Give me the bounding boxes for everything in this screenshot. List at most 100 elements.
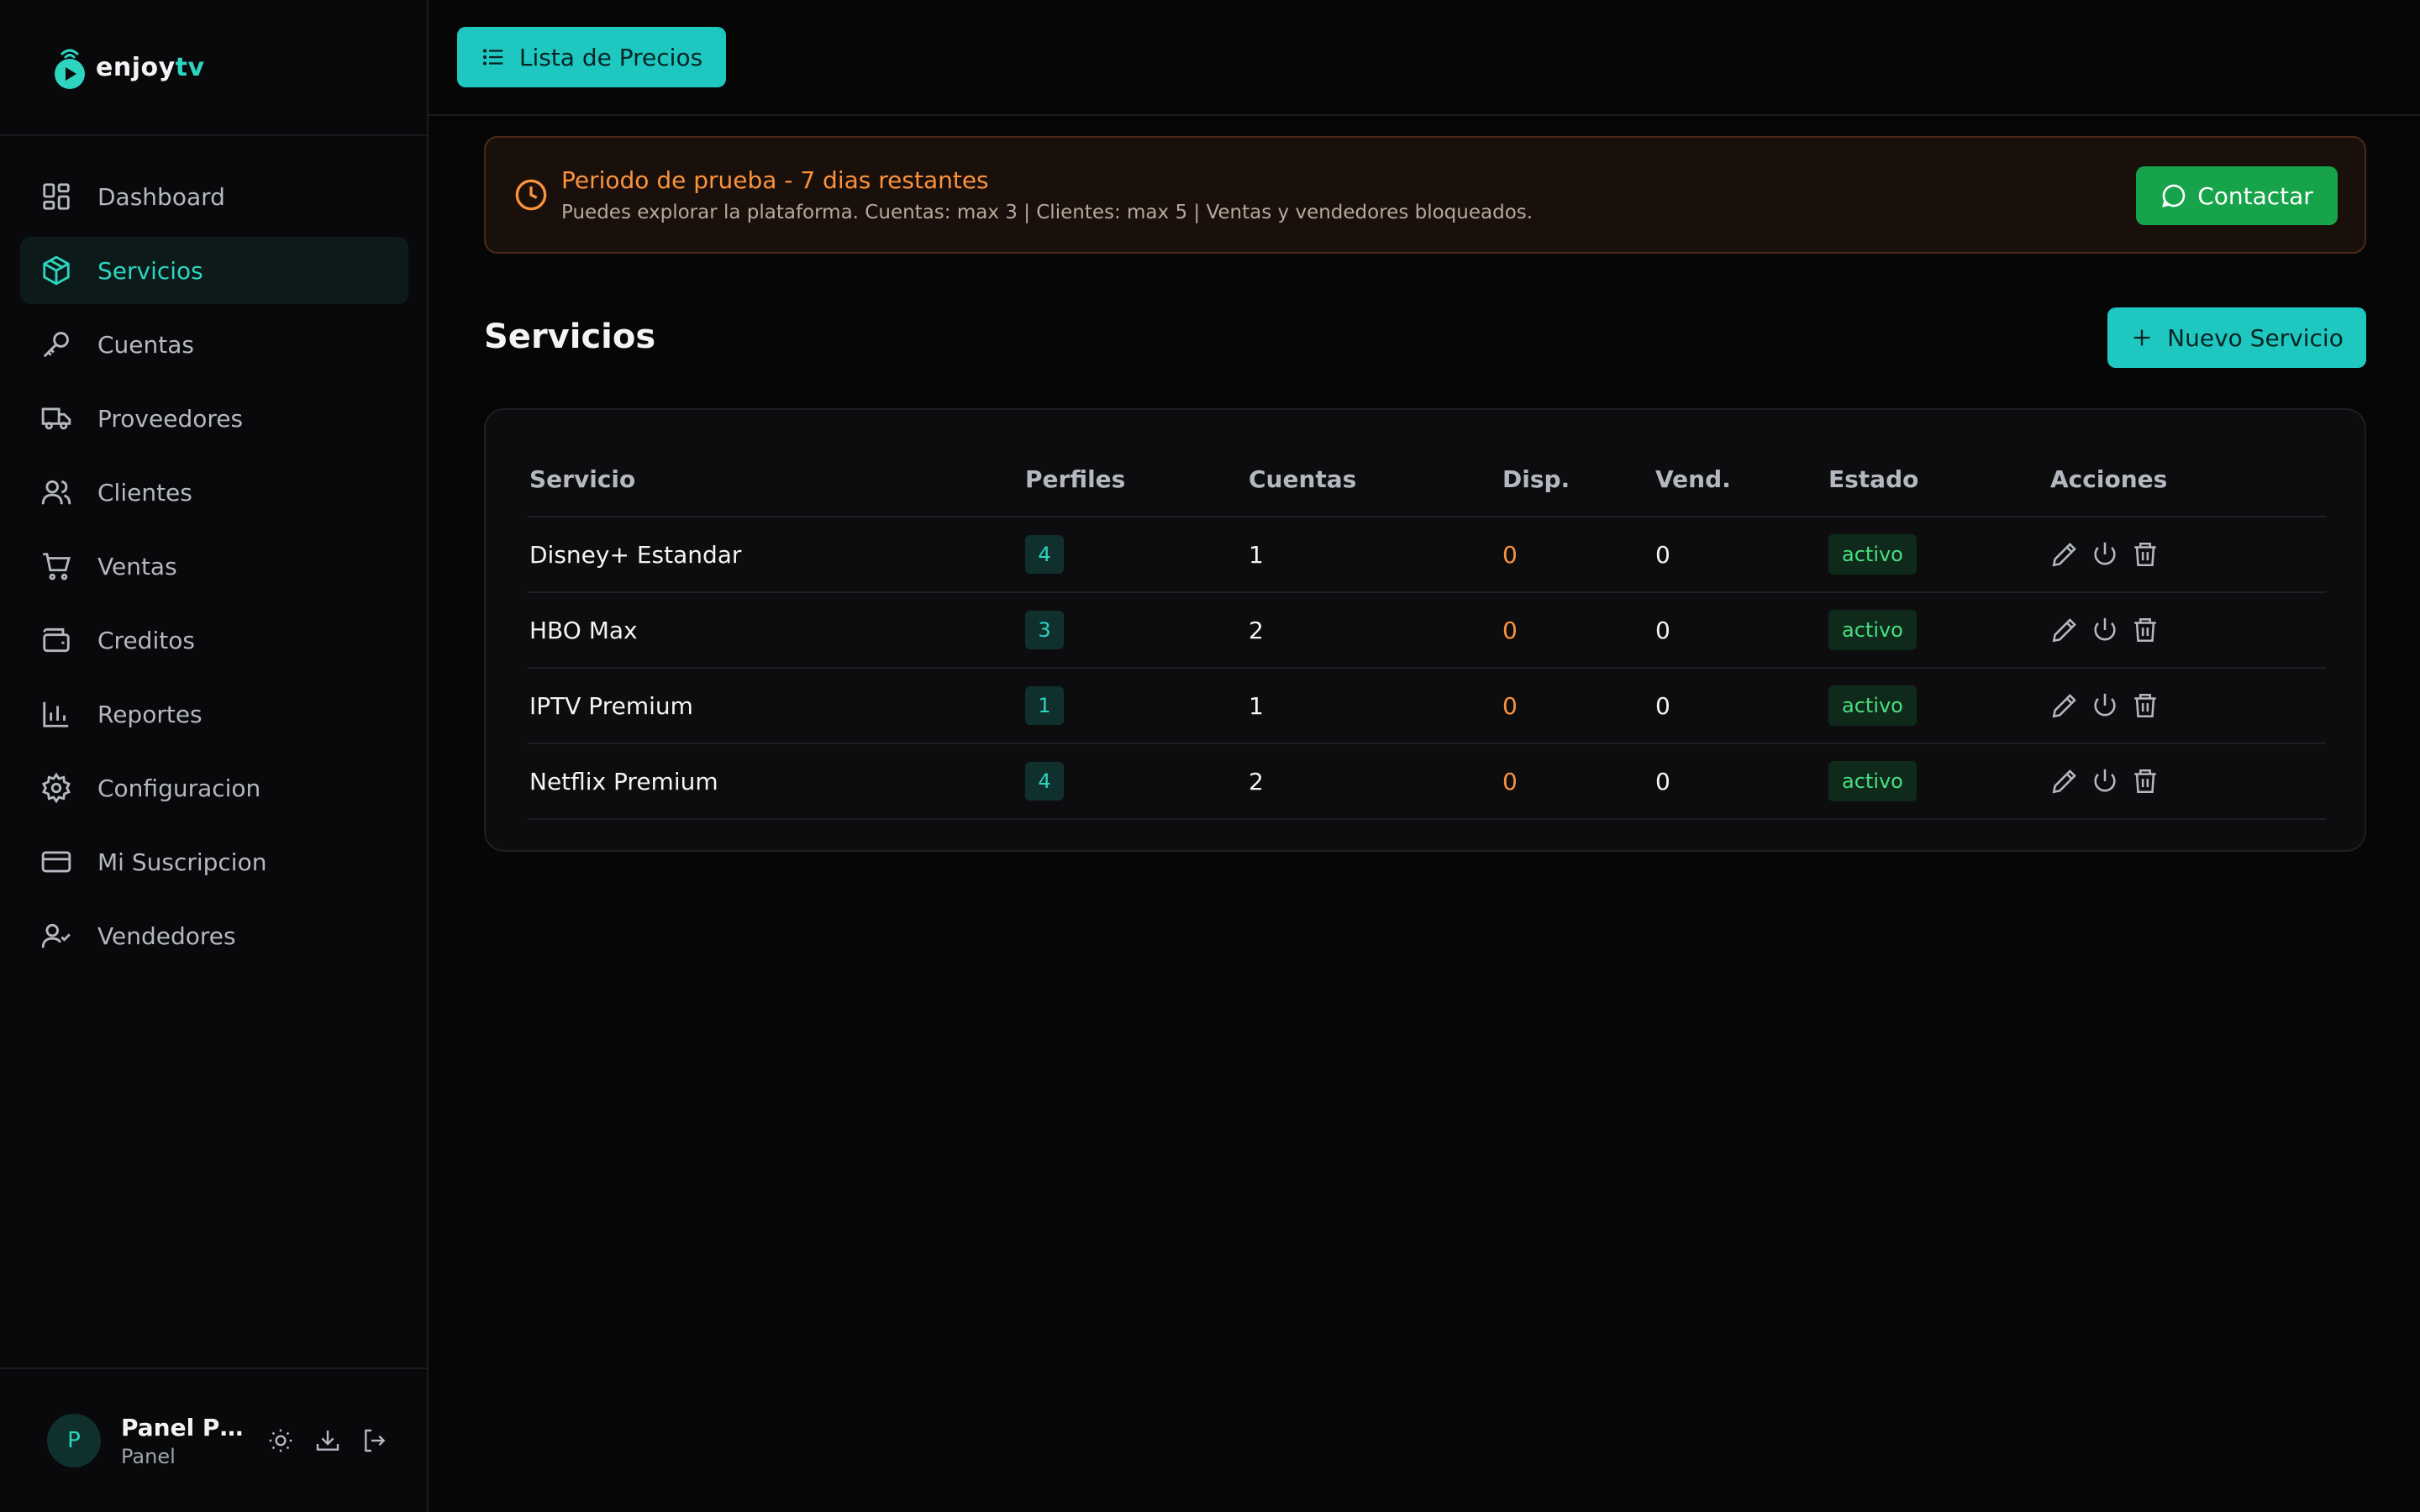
profiles-badge: 3	[1025, 611, 1064, 649]
sidebar-item-cuentas[interactable]: Cuentas	[20, 311, 408, 378]
user-check-icon	[41, 923, 71, 948]
status-cell: activo	[1828, 593, 1917, 667]
sidebar-item-servicios[interactable]: Servicios	[20, 237, 408, 304]
profiles-badge: 4	[1025, 762, 1064, 801]
trash-icon[interactable]	[2131, 767, 2160, 795]
accounts-count: 2	[1249, 616, 1264, 644]
pencil-icon[interactable]	[2050, 691, 2079, 720]
sold-count: 0	[1655, 767, 1670, 795]
sidebar-item-label: Creditos	[97, 626, 195, 654]
profiles-cell: 4	[1025, 744, 1064, 818]
accounts-count: 1	[1249, 691, 1264, 720]
accounts-count: 1	[1249, 540, 1264, 569]
sidebar-item-label: Vendedores	[97, 921, 236, 950]
table-row: IPTV Premium 1 1 0 0 activo	[528, 669, 2326, 744]
profiles-badge: 1	[1025, 686, 1064, 725]
sidebar-item-ventas[interactable]: Ventas	[20, 533, 408, 600]
column-header: Servicio	[529, 465, 636, 493]
profiles-badge: 4	[1025, 535, 1064, 574]
new-service-label: Nuevo Servicio	[2167, 323, 2344, 352]
trial-banner: Periodo de prueba - 7 dias restantes Pue…	[484, 136, 2366, 254]
column-header: Cuentas	[1249, 465, 1357, 493]
profiles-cell: 3	[1025, 593, 1064, 667]
sold-count: 0	[1655, 540, 1670, 569]
services-card: Servicio Perfiles Cuentas Disp. Vend. Es…	[484, 408, 2366, 852]
sidebar-item-dashboard[interactable]: Dashboard	[20, 163, 408, 230]
cart-icon	[43, 553, 71, 580]
power-icon[interactable]	[2091, 691, 2119, 720]
new-service-button[interactable]: Nuevo Servicio	[2107, 307, 2366, 368]
sidebar-nav: Dashboard Servicios Cuentas Proveedores …	[20, 163, 408, 976]
contact-label: Contactar	[2197, 181, 2313, 210]
sidebar-item-reportes[interactable]: Reportes	[20, 680, 408, 748]
user-role: Panel	[121, 1444, 176, 1468]
sidebar-item-label: Cuentas	[97, 330, 194, 359]
topbar: Lista de Precios	[429, 0, 2420, 116]
sidebar-item-vendedores[interactable]: Vendedores	[20, 902, 408, 969]
truck-icon	[41, 407, 71, 430]
available-count: 0	[1502, 616, 1518, 644]
row-actions	[2050, 669, 2171, 743]
plus-icon	[2133, 329, 2150, 346]
key-icon	[43, 332, 69, 358]
sold-count: 0	[1655, 691, 1670, 720]
table-row: Disney+ Estandar 4 1 0 0 activo	[528, 517, 2326, 593]
sidebar-item-label: Configuracion	[97, 774, 261, 802]
users-icon	[41, 480, 71, 505]
contact-button[interactable]: Contactar	[2136, 166, 2338, 225]
service-name: Disney+ Estandar	[529, 540, 742, 569]
brand[interactable]: enjoytv	[0, 0, 427, 136]
status-cell: activo	[1828, 744, 1917, 818]
credit-card-icon	[41, 851, 71, 873]
available-count: 0	[1502, 767, 1518, 795]
trash-icon[interactable]	[2131, 616, 2160, 644]
profiles-cell: 1	[1025, 669, 1064, 743]
package-icon	[43, 255, 70, 286]
sidebar-item-clientes[interactable]: Clientes	[20, 459, 408, 526]
avatar[interactable]: P	[47, 1414, 101, 1467]
pencil-icon[interactable]	[2050, 616, 2079, 644]
dashboard-icon	[43, 183, 70, 210]
trash-icon[interactable]	[2131, 540, 2160, 569]
power-icon[interactable]	[2091, 616, 2119, 644]
download-icon[interactable]	[314, 1427, 341, 1454]
sidebar-item-label: Reportes	[97, 700, 203, 728]
sun-icon[interactable]	[267, 1427, 294, 1454]
status-cell: activo	[1828, 517, 1917, 591]
sidebar-item-label: Ventas	[97, 552, 177, 580]
services-table: Servicio Perfiles Cuentas Disp. Vend. Es…	[528, 442, 2326, 820]
sidebar-item-proveedores[interactable]: Proveedores	[20, 385, 408, 452]
user-info: Panel Pru... Panel	[121, 1414, 247, 1468]
column-header: Estado	[1828, 465, 1919, 493]
column-header: Acciones	[2050, 465, 2168, 493]
logout-icon[interactable]	[361, 1427, 388, 1454]
status-cell: activo	[1828, 669, 1917, 743]
power-icon[interactable]	[2091, 540, 2119, 569]
profiles-cell: 4	[1025, 517, 1064, 591]
service-name: HBO Max	[529, 616, 638, 644]
pencil-icon[interactable]	[2050, 540, 2079, 569]
bar-chart-icon	[43, 701, 69, 727]
trial-subtitle: Puedes explorar la plataforma. Cuentas: …	[561, 202, 1534, 223]
user-name: Panel Pru...	[121, 1413, 247, 1441]
status-badge: activo	[1828, 685, 1917, 726]
pencil-icon[interactable]	[2050, 767, 2079, 795]
row-actions	[2050, 517, 2171, 591]
sold-count: 0	[1655, 616, 1670, 644]
sidebar-item-creditos[interactable]: Creditos	[20, 606, 408, 674]
clock-icon	[515, 179, 547, 211]
status-badge: activo	[1828, 534, 1917, 575]
available-count: 0	[1502, 691, 1518, 720]
message-circle-icon	[2162, 184, 2186, 207]
page-title: Servicios	[484, 318, 656, 356]
power-icon[interactable]	[2091, 767, 2119, 795]
user-panel: P Panel Pru... Panel	[0, 1368, 427, 1512]
row-actions	[2050, 744, 2171, 818]
play-broadcast-icon	[55, 49, 85, 89]
sidebar-item-configuracion[interactable]: Configuracion	[20, 754, 408, 822]
price-list-label: Lista de Precios	[518, 43, 703, 71]
sidebar-item-mi-suscripcion[interactable]: Mi Suscripcion	[20, 828, 408, 895]
column-header: Disp.	[1502, 465, 1570, 493]
trash-icon[interactable]	[2131, 691, 2160, 720]
price-list-button[interactable]: Lista de Precios	[457, 27, 726, 87]
